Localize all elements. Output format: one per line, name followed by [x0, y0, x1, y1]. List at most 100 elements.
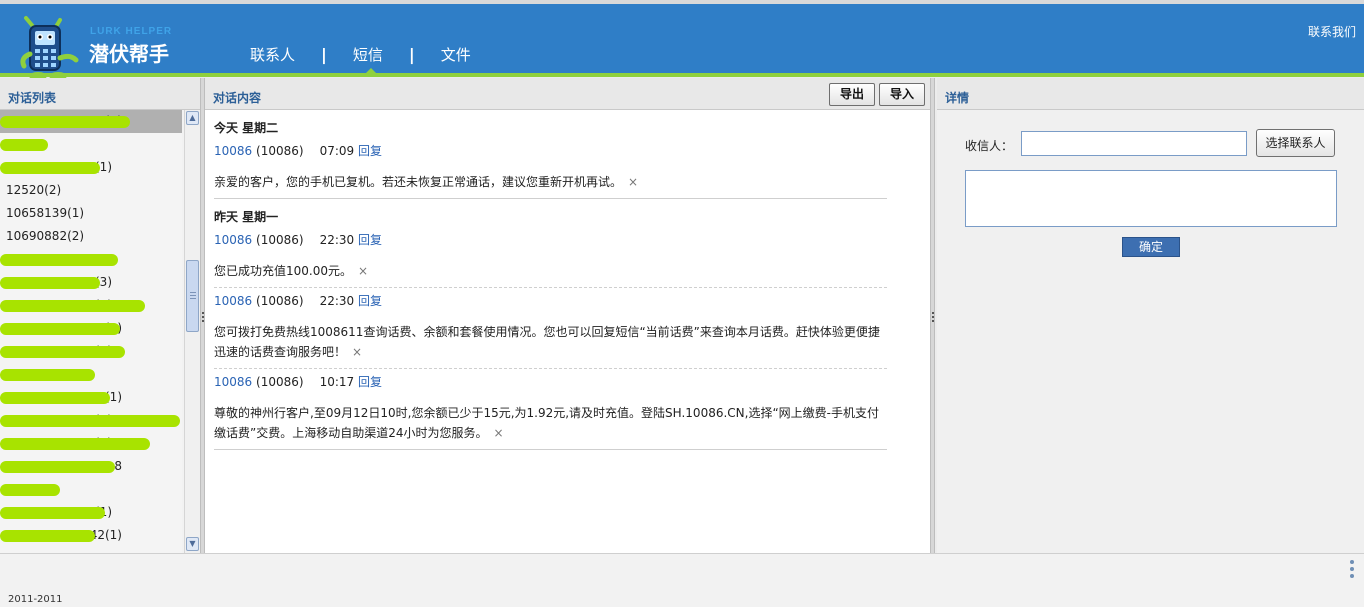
nav-sms[interactable]: 短信: [353, 44, 383, 65]
conversation-list-item[interactable]: (1): [0, 294, 182, 317]
nav-contacts[interactable]: 联系人: [250, 44, 295, 65]
redaction-scribble: [0, 162, 100, 174]
sender-link[interactable]: 10086: [214, 294, 252, 308]
message-textarea[interactable]: [965, 170, 1337, 227]
details-panel: 详情 收信人： 选择联系人 确定: [937, 78, 1364, 553]
message-text: 您可拨打免费热线1008611查询话费、余额和套餐使用情况。您也可以回复短信“当…: [214, 325, 880, 359]
reply-link[interactable]: 回复: [358, 233, 382, 247]
conversation-content-panel: 对话内容 导出 导入 今天 星期二 10086 (10086) 07:09 回复 亲爱…: [205, 78, 930, 553]
grip-dot: [932, 312, 934, 314]
confirm-button[interactable]: 确定: [1122, 237, 1180, 257]
panel-title: 对话内容: [213, 91, 262, 105]
conversation-list-item[interactable]: 0280617437(1): [0, 432, 182, 455]
conversation-list-item[interactable]: (1): [0, 409, 182, 432]
redaction-scribble: [0, 438, 150, 450]
delete-icon[interactable]: ×: [628, 175, 638, 189]
logo-subtitle: LURK HELPER: [90, 26, 173, 37]
conversation-list-item[interactable]: 10658139(1): [0, 202, 182, 225]
nav-files[interactable]: 文件: [441, 44, 471, 65]
grip-dot: [202, 320, 204, 322]
redaction-scribble: [0, 392, 110, 404]
sender-link[interactable]: 10086: [214, 375, 252, 389]
redaction-scribble: [0, 116, 130, 128]
main-nav: 联系人 | 短信 | 文件: [250, 42, 471, 66]
app-name: 潜伏帮手: [89, 42, 169, 66]
message-time: 10:17: [319, 375, 355, 389]
scroll-thumb[interactable]: [186, 260, 199, 332]
panel-header: 详情: [937, 78, 1364, 110]
redaction-scribble: [0, 415, 180, 427]
pick-contact-button[interactable]: 选择联系人: [1256, 129, 1335, 157]
conversation-list: (2)(1)12520(2)10658139(1)10690882(2)(3)(…: [0, 110, 182, 553]
recipient-input[interactable]: [1021, 131, 1247, 156]
reply-link[interactable]: 回复: [358, 144, 382, 158]
reply-link[interactable]: 回复: [358, 375, 382, 389]
message-time: 22:30: [319, 294, 355, 308]
grip-dot: [932, 320, 934, 322]
message-body: 尊敬的神州行客户,至09月12日10时,您余额已少于15元,为1.92元,请及时…: [214, 395, 887, 447]
copyright-text: 2011-2011: [8, 594, 63, 605]
import-button[interactable]: 导入: [879, 83, 925, 106]
reply-link[interactable]: 回复: [358, 294, 382, 308]
message-text: 您已成功充值100.00元。: [214, 264, 352, 278]
conversation-list-item[interactable]: (2): [0, 110, 182, 133]
export-button[interactable]: 导出: [829, 83, 875, 106]
redaction-scribble: [0, 507, 105, 519]
conversation-list-item[interactable]: (1): [0, 317, 182, 340]
active-nav-indicator: [366, 68, 376, 73]
message-header: 10086 (10086) 10:17 回复: [214, 369, 887, 395]
sender-number: (10086): [256, 375, 304, 389]
message-text: 尊敬的神州行客户,至09月12日10时,您余额已少于15元,为1.92元,请及时…: [214, 406, 880, 440]
delete-icon[interactable]: ×: [352, 345, 362, 359]
conversation-list-item[interactable]: (1): [0, 386, 182, 409]
scroll-up-arrow-icon[interactable]: ▲: [186, 111, 199, 125]
sender-link[interactable]: 10086: [214, 144, 252, 158]
redaction-scribble: [0, 346, 125, 358]
delete-icon[interactable]: ×: [358, 264, 368, 278]
conversation-list-item[interactable]: [0, 133, 182, 156]
message-body: 您已成功充值100.00元。 ×: [214, 253, 887, 285]
conversation-list-item[interactable]: (1): [0, 340, 182, 363]
conversation-list-item[interactable]: [0, 248, 182, 271]
conversation-list-item[interactable]: (1): [0, 501, 182, 524]
grip-dot: [202, 316, 204, 318]
conversation-list-item[interactable]: 42(1): [0, 524, 182, 547]
contact-us-link[interactable]: 联系我们: [1308, 23, 1356, 40]
nav-separator: |: [408, 44, 415, 64]
redaction-scribble: [0, 254, 118, 266]
message-header: 10086 (10086) 22:30 回复: [214, 227, 887, 253]
message-time: 07:09: [319, 144, 355, 158]
conversation-list-item[interactable]: (1): [0, 156, 182, 179]
redaction-scribble: [0, 139, 48, 151]
conversation-list-item[interactable]: 12520(2): [0, 179, 182, 202]
message-text: 亲爱的客户，您的手机已复机。若还未恢复正常通话，建议您重新开机再试。: [214, 175, 623, 189]
message-body: 亲爱的客户，您的手机已复机。若还未恢复正常通话，建议您重新开机再试。 ×: [214, 164, 887, 196]
conversation-list-item[interactable]: [0, 478, 182, 501]
message-thread: 今天 星期二 10086 (10086) 07:09 回复 亲爱的客户，您的手机已复机…: [214, 110, 887, 450]
redaction-scribble: [0, 277, 100, 289]
message-time: 22:30: [319, 233, 355, 247]
scroll-down-arrow-icon[interactable]: ▼: [186, 537, 199, 551]
resize-grip-icon[interactable]: [1350, 560, 1355, 581]
conversation-list-panel: 对话列表 (2) (1) 12520(2) 10658139(1) 10690882(2…: [0, 78, 200, 553]
conversation-list-item[interactable]: (3): [0, 271, 182, 294]
redaction-scribble: [0, 530, 95, 542]
redaction-scribble: [0, 323, 120, 335]
redaction-scribble: [0, 369, 95, 381]
grip-line: [190, 298, 196, 299]
conversation-list-item[interactable]: [0, 363, 182, 386]
delete-icon[interactable]: ×: [494, 426, 504, 440]
conversation-list-item[interactable]: 10690882(2): [0, 225, 182, 248]
grip-dot: [202, 312, 204, 314]
sender-number: (10086): [256, 233, 304, 247]
sender-link[interactable]: 10086: [214, 233, 252, 247]
phone-mascot-logo-icon: [20, 16, 79, 80]
footer: 2011-2011: [0, 553, 1364, 607]
conversation-label: 12520(2): [6, 183, 62, 197]
panel-header: 对话列表: [0, 78, 200, 110]
vertical-scrollbar[interactable]: ▲ ▼: [184, 110, 200, 553]
right-splitter[interactable]: [930, 78, 935, 553]
grip-dot: [932, 316, 934, 318]
conversation-label: 10658139(1): [6, 206, 85, 220]
conversation-list-item[interactable]: +8: [0, 455, 182, 478]
